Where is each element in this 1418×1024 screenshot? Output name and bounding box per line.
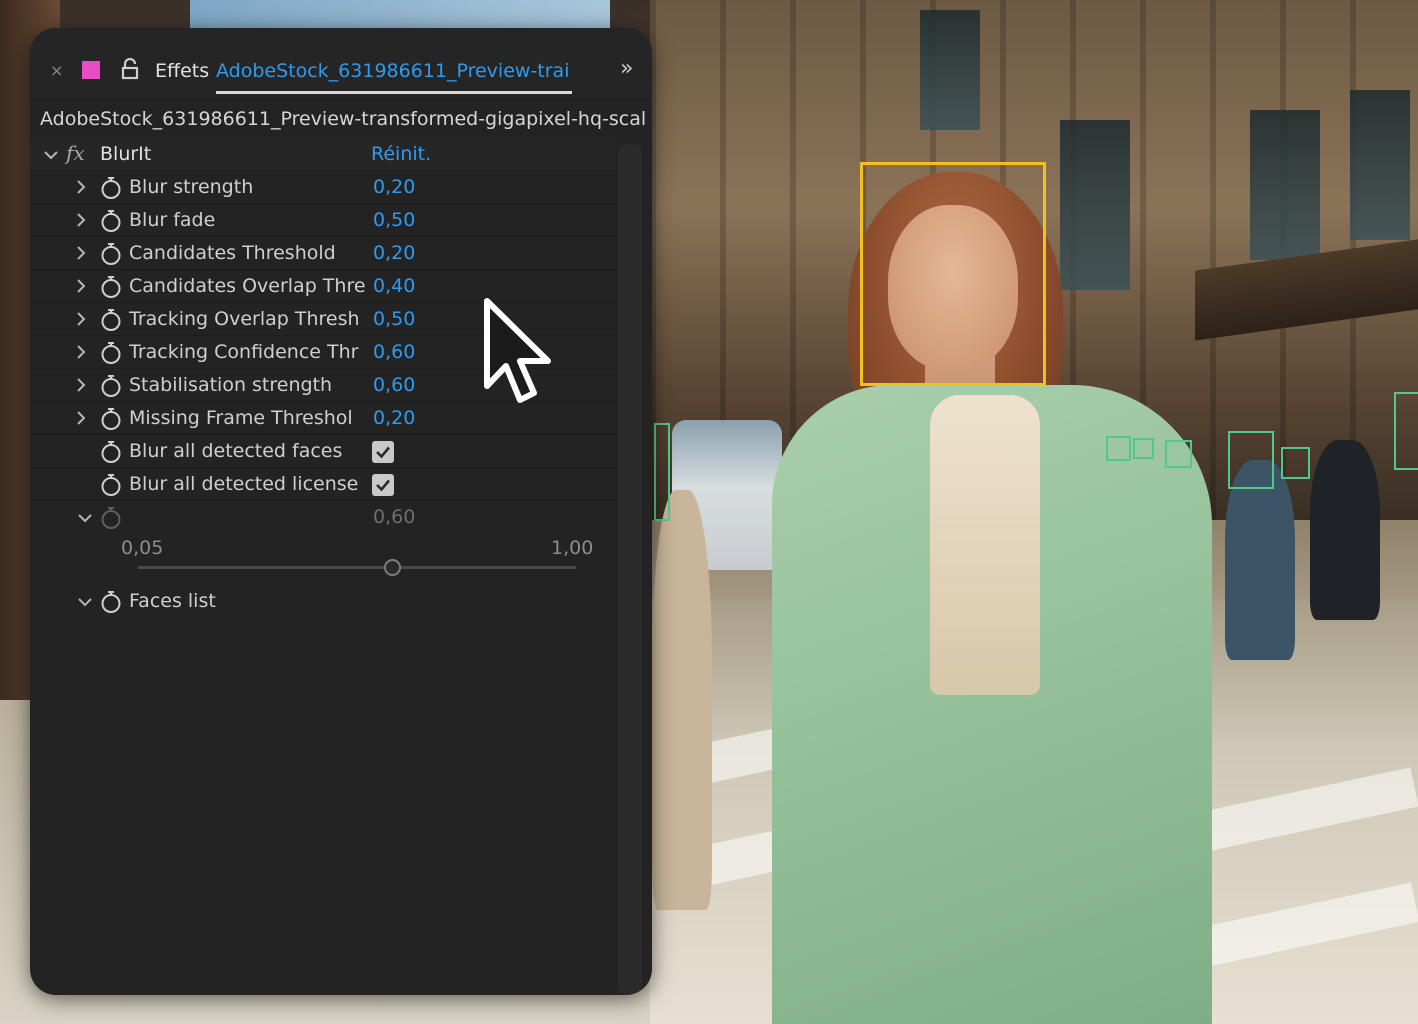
pedestrian (652, 490, 712, 910)
lock-icon[interactable] (120, 57, 140, 80)
chevron-down-icon[interactable] (78, 510, 92, 526)
checkbox-label: Blur all detected license (129, 473, 359, 495)
close-panel-button[interactable]: × (50, 63, 63, 79)
param-label: Tracking Confidence Thr (129, 341, 359, 363)
faces-list-label: Faces list (129, 590, 216, 612)
detection-box (1228, 431, 1274, 489)
stopwatch-icon[interactable] (100, 407, 122, 431)
detection-box (1394, 392, 1418, 470)
layer-name: AdobeStock_631986611_Preview-transformed… (40, 108, 647, 130)
slider-thumb[interactable] (383, 559, 401, 576)
stopwatch-icon[interactable] (100, 473, 122, 497)
checkbox[interactable] (372, 474, 394, 496)
chevron-right-icon[interactable] (76, 213, 86, 230)
stopwatch-icon[interactable] (100, 590, 122, 614)
detection-box (654, 423, 670, 521)
param-row[interactable]: Missing Frame Threshol 0,20 (30, 402, 616, 435)
chevron-right-icon[interactable] (76, 411, 86, 428)
building-window (920, 10, 980, 130)
checkbox[interactable] (372, 441, 394, 463)
reset-button[interactable]: Réinit. (371, 142, 431, 166)
face-detection-box (860, 162, 1046, 386)
checkbox-row[interactable]: Blur all detected license (30, 468, 616, 501)
param-value[interactable]: 0,60 (373, 373, 415, 397)
param-slider[interactable] (138, 559, 576, 576)
param-value[interactable]: 0,20 (373, 406, 415, 430)
stopwatch-icon[interactable] (100, 506, 122, 530)
param-row[interactable]: Blur strength 0,20 (30, 171, 616, 204)
chevron-right-icon[interactable] (76, 180, 86, 197)
chevron-right-icon[interactable] (76, 312, 86, 329)
panel-file-tab[interactable]: AdobeStock_631986611_Preview-trai (216, 60, 574, 82)
stopwatch-icon[interactable] (100, 440, 122, 464)
chevron-right-icon[interactable] (76, 279, 86, 296)
chevron-right-icon[interactable] (76, 378, 86, 395)
detection-box (1281, 447, 1310, 479)
mouse-cursor-icon (482, 296, 562, 406)
expanded-param-row[interactable]: 0,60 (30, 501, 616, 534)
stopwatch-icon[interactable] (100, 275, 122, 299)
chevron-down-icon[interactable] (44, 147, 58, 163)
param-label: Missing Frame Threshol (129, 407, 353, 429)
pedestrian (1310, 440, 1380, 620)
building-window (1250, 110, 1320, 260)
param-label: Stabilisation strength (129, 374, 333, 396)
detection-box (1165, 440, 1192, 468)
slider-min-label: 0,05 (121, 537, 164, 559)
param-value[interactable]: 0,40 (373, 274, 415, 298)
param-value: 0,60 (373, 506, 416, 528)
stopwatch-icon[interactable] (100, 308, 122, 332)
faces-list-row[interactable]: Faces list (30, 585, 616, 618)
stopwatch-icon[interactable] (100, 176, 122, 200)
panel-overflow-icon[interactable]: » (620, 58, 634, 80)
param-label: Candidates Threshold (129, 242, 336, 264)
pedestrian (1225, 460, 1295, 660)
param-value[interactable]: 0,50 (373, 208, 415, 232)
panel-tab-bar: × Effets AdobeStock_631986611_Preview-tr… (30, 28, 652, 98)
param-label: Candidates Overlap Thre (129, 275, 365, 297)
chevron-right-icon[interactable] (76, 345, 86, 362)
layer-label-color[interactable] (82, 61, 100, 79)
param-row[interactable]: Blur fade 0,50 (30, 204, 616, 237)
param-label: Tracking Overlap Thresh (129, 308, 360, 330)
chevron-down-icon[interactable] (78, 594, 92, 610)
param-label: Blur fade (129, 209, 216, 231)
stopwatch-icon[interactable] (100, 242, 122, 266)
effect-header[interactable]: fx BlurIt Réinit. (30, 138, 616, 171)
panel-scrollbar[interactable] (618, 144, 642, 995)
active-tab-indicator (216, 91, 572, 94)
param-label: Blur strength (129, 176, 254, 198)
woman-shirt (930, 395, 1040, 695)
slider-max-label: 1,00 (551, 537, 594, 559)
param-value[interactable]: 0,20 (373, 175, 415, 199)
detection-box (1133, 438, 1154, 459)
param-row[interactable]: Candidates Threshold 0,20 (30, 237, 616, 270)
chevron-right-icon[interactable] (76, 246, 86, 263)
param-value[interactable]: 0,60 (373, 340, 415, 364)
checkbox-label: Blur all detected faces (129, 440, 343, 462)
effect-name: BlurIt (100, 143, 152, 165)
param-value[interactable]: 0,50 (373, 307, 415, 331)
param-value[interactable]: 0,20 (373, 241, 415, 265)
fx-icon: fx (66, 141, 85, 165)
checkbox-row[interactable]: Blur all detected faces (30, 435, 616, 468)
effects-panel: × Effets AdobeStock_631986611_Preview-tr… (30, 28, 652, 995)
building-window (1350, 90, 1410, 240)
panel-title[interactable]: Effets (155, 60, 209, 82)
stopwatch-icon[interactable] (100, 209, 122, 233)
detection-box (1106, 436, 1131, 461)
building-window (1060, 120, 1130, 290)
stopwatch-icon[interactable] (100, 341, 122, 365)
stopwatch-icon[interactable] (100, 374, 122, 398)
